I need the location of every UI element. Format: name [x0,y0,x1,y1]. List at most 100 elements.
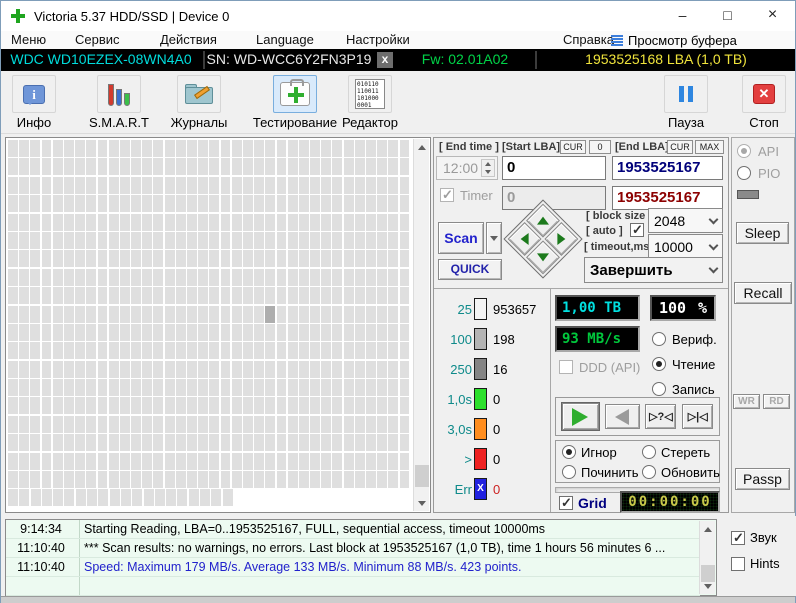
read-radio[interactable] [652,357,666,371]
scroll-down-icon[interactable] [414,495,430,511]
back-button[interactable] [605,404,640,429]
wr-button[interactable]: WR [733,394,760,409]
auto-checkbox[interactable] [630,223,644,237]
block-cell [120,342,130,359]
timer-input[interactable]: 0 [502,186,606,210]
play-button[interactable] [562,403,599,430]
start-lba-cur-button[interactable]: CUR [560,140,586,154]
block-cell [332,397,342,414]
finish-action-combo[interactable]: Завершить [584,257,723,283]
end-lba-input[interactable]: 1953525167 [612,156,723,180]
block-cell [377,306,387,323]
sleep-button[interactable]: Sleep [736,222,789,244]
grid-checkbox[interactable] [559,496,573,510]
block-cell [232,177,242,194]
block-cell [42,324,52,341]
end-lba-label: [End LBA] [615,141,669,153]
info-button[interactable]: i Инфо [9,75,59,130]
block-cell [176,250,186,267]
end-lba-max-button[interactable]: MAX [695,140,724,154]
seek-test-button[interactable]: ▷?◁ [645,404,676,429]
menu-language[interactable]: Language [252,31,318,49]
scan-button[interactable]: Scan [438,222,484,254]
recall-button[interactable]: Recall [734,282,792,304]
block-size-combo[interactable]: 2048 [648,208,723,233]
block-cell [142,158,152,175]
block-cell [388,471,398,488]
end-lba-input-2[interactable]: 1953525167 [612,186,723,210]
block-cell [332,306,342,323]
quick-button[interactable]: QUICK [438,259,502,280]
scan-dropdown-button[interactable] [486,222,502,254]
block-cell [131,250,141,267]
scroll-up-icon[interactable] [700,521,716,537]
menu-actions[interactable]: Действия [156,31,221,49]
finish-action-value: Завершить [590,262,673,279]
log-message: Speed: Maximum 179 MB/s. Average 133 MB/… [84,558,698,577]
log-side-panel: Звук Hints [719,516,796,596]
block-cell [299,361,309,378]
block-cell [19,416,29,433]
block-cell [377,434,387,451]
editor-button[interactable]: 010110 110011 101000 0001 Редактор [339,75,401,130]
chevron-down-icon [709,240,719,250]
menu-help[interactable]: Справка [559,31,618,49]
end-time-spinner[interactable]: 12:00 [436,156,498,180]
block-map-scrollbar[interactable] [413,139,429,511]
stop-button[interactable]: ✕ Стоп [737,75,791,130]
close-button[interactable]: × [750,1,795,31]
device-tab-close[interactable]: x [377,52,393,68]
timeout-combo[interactable]: 10000 [648,234,723,259]
sound-checkbox[interactable] [731,531,745,545]
step-button[interactable]: ▷|◁ [682,404,713,429]
verify-radio[interactable] [652,332,666,346]
smart-label: S.M.A.R.T [87,115,151,130]
rd-button[interactable]: RD [763,394,790,409]
write-radio[interactable] [652,382,666,396]
testing-button[interactable]: Тестирование [241,75,349,130]
block-cell [277,250,287,267]
block-cell [254,287,264,304]
api-radio[interactable] [737,144,751,158]
log-scrollbar[interactable] [699,521,715,594]
minimize-button[interactable]: – [660,1,705,31]
block-cell [176,342,186,359]
ignore-radio[interactable] [562,445,576,459]
block-cell [299,250,309,267]
block-cell [153,471,163,488]
hints-checkbox[interactable] [731,557,745,571]
menu-service[interactable]: Сервис [71,31,124,49]
erase-radio[interactable] [642,445,656,459]
block-cell [176,232,186,249]
timer-checkbox[interactable] [440,188,454,202]
spinner-arrows-icon[interactable] [481,159,495,177]
maximize-button[interactable]: □ [705,1,750,31]
journals-button[interactable]: Журналы [165,75,233,130]
block-cell [75,250,85,267]
pause-button[interactable]: Пауза [659,75,713,130]
play-icon [572,408,588,426]
refresh-radio[interactable] [642,465,656,479]
repair-radio[interactable] [562,465,576,479]
menu-buffer-view[interactable]: Просмотр буфера [611,31,737,49]
start-lba-zero-button[interactable]: 0 [589,140,611,154]
start-lba-input[interactable]: 0 [502,156,606,180]
scroll-thumb[interactable] [415,465,429,487]
menu-settings[interactable]: Настройки [342,31,414,49]
device-model[interactable]: WDC WD10EZEX-08WN4A0 [1,49,201,71]
block-cell [254,306,264,323]
block-cell [86,158,96,175]
menu-main[interactable]: Меню [7,31,50,49]
block-cell [64,177,74,194]
scroll-up-icon[interactable] [414,139,430,155]
block-cell [42,342,52,359]
pio-radio[interactable] [737,166,751,180]
passp-button[interactable]: Passp [735,468,790,490]
end-lba-cur-button[interactable]: CUR [667,140,693,154]
block-cell [243,471,253,488]
block-cell [8,471,18,488]
scroll-thumb[interactable] [701,565,715,582]
block-cell [42,177,52,194]
ddd-checkbox[interactable] [559,360,573,374]
smart-button[interactable]: S.M.A.R.T [87,75,151,130]
